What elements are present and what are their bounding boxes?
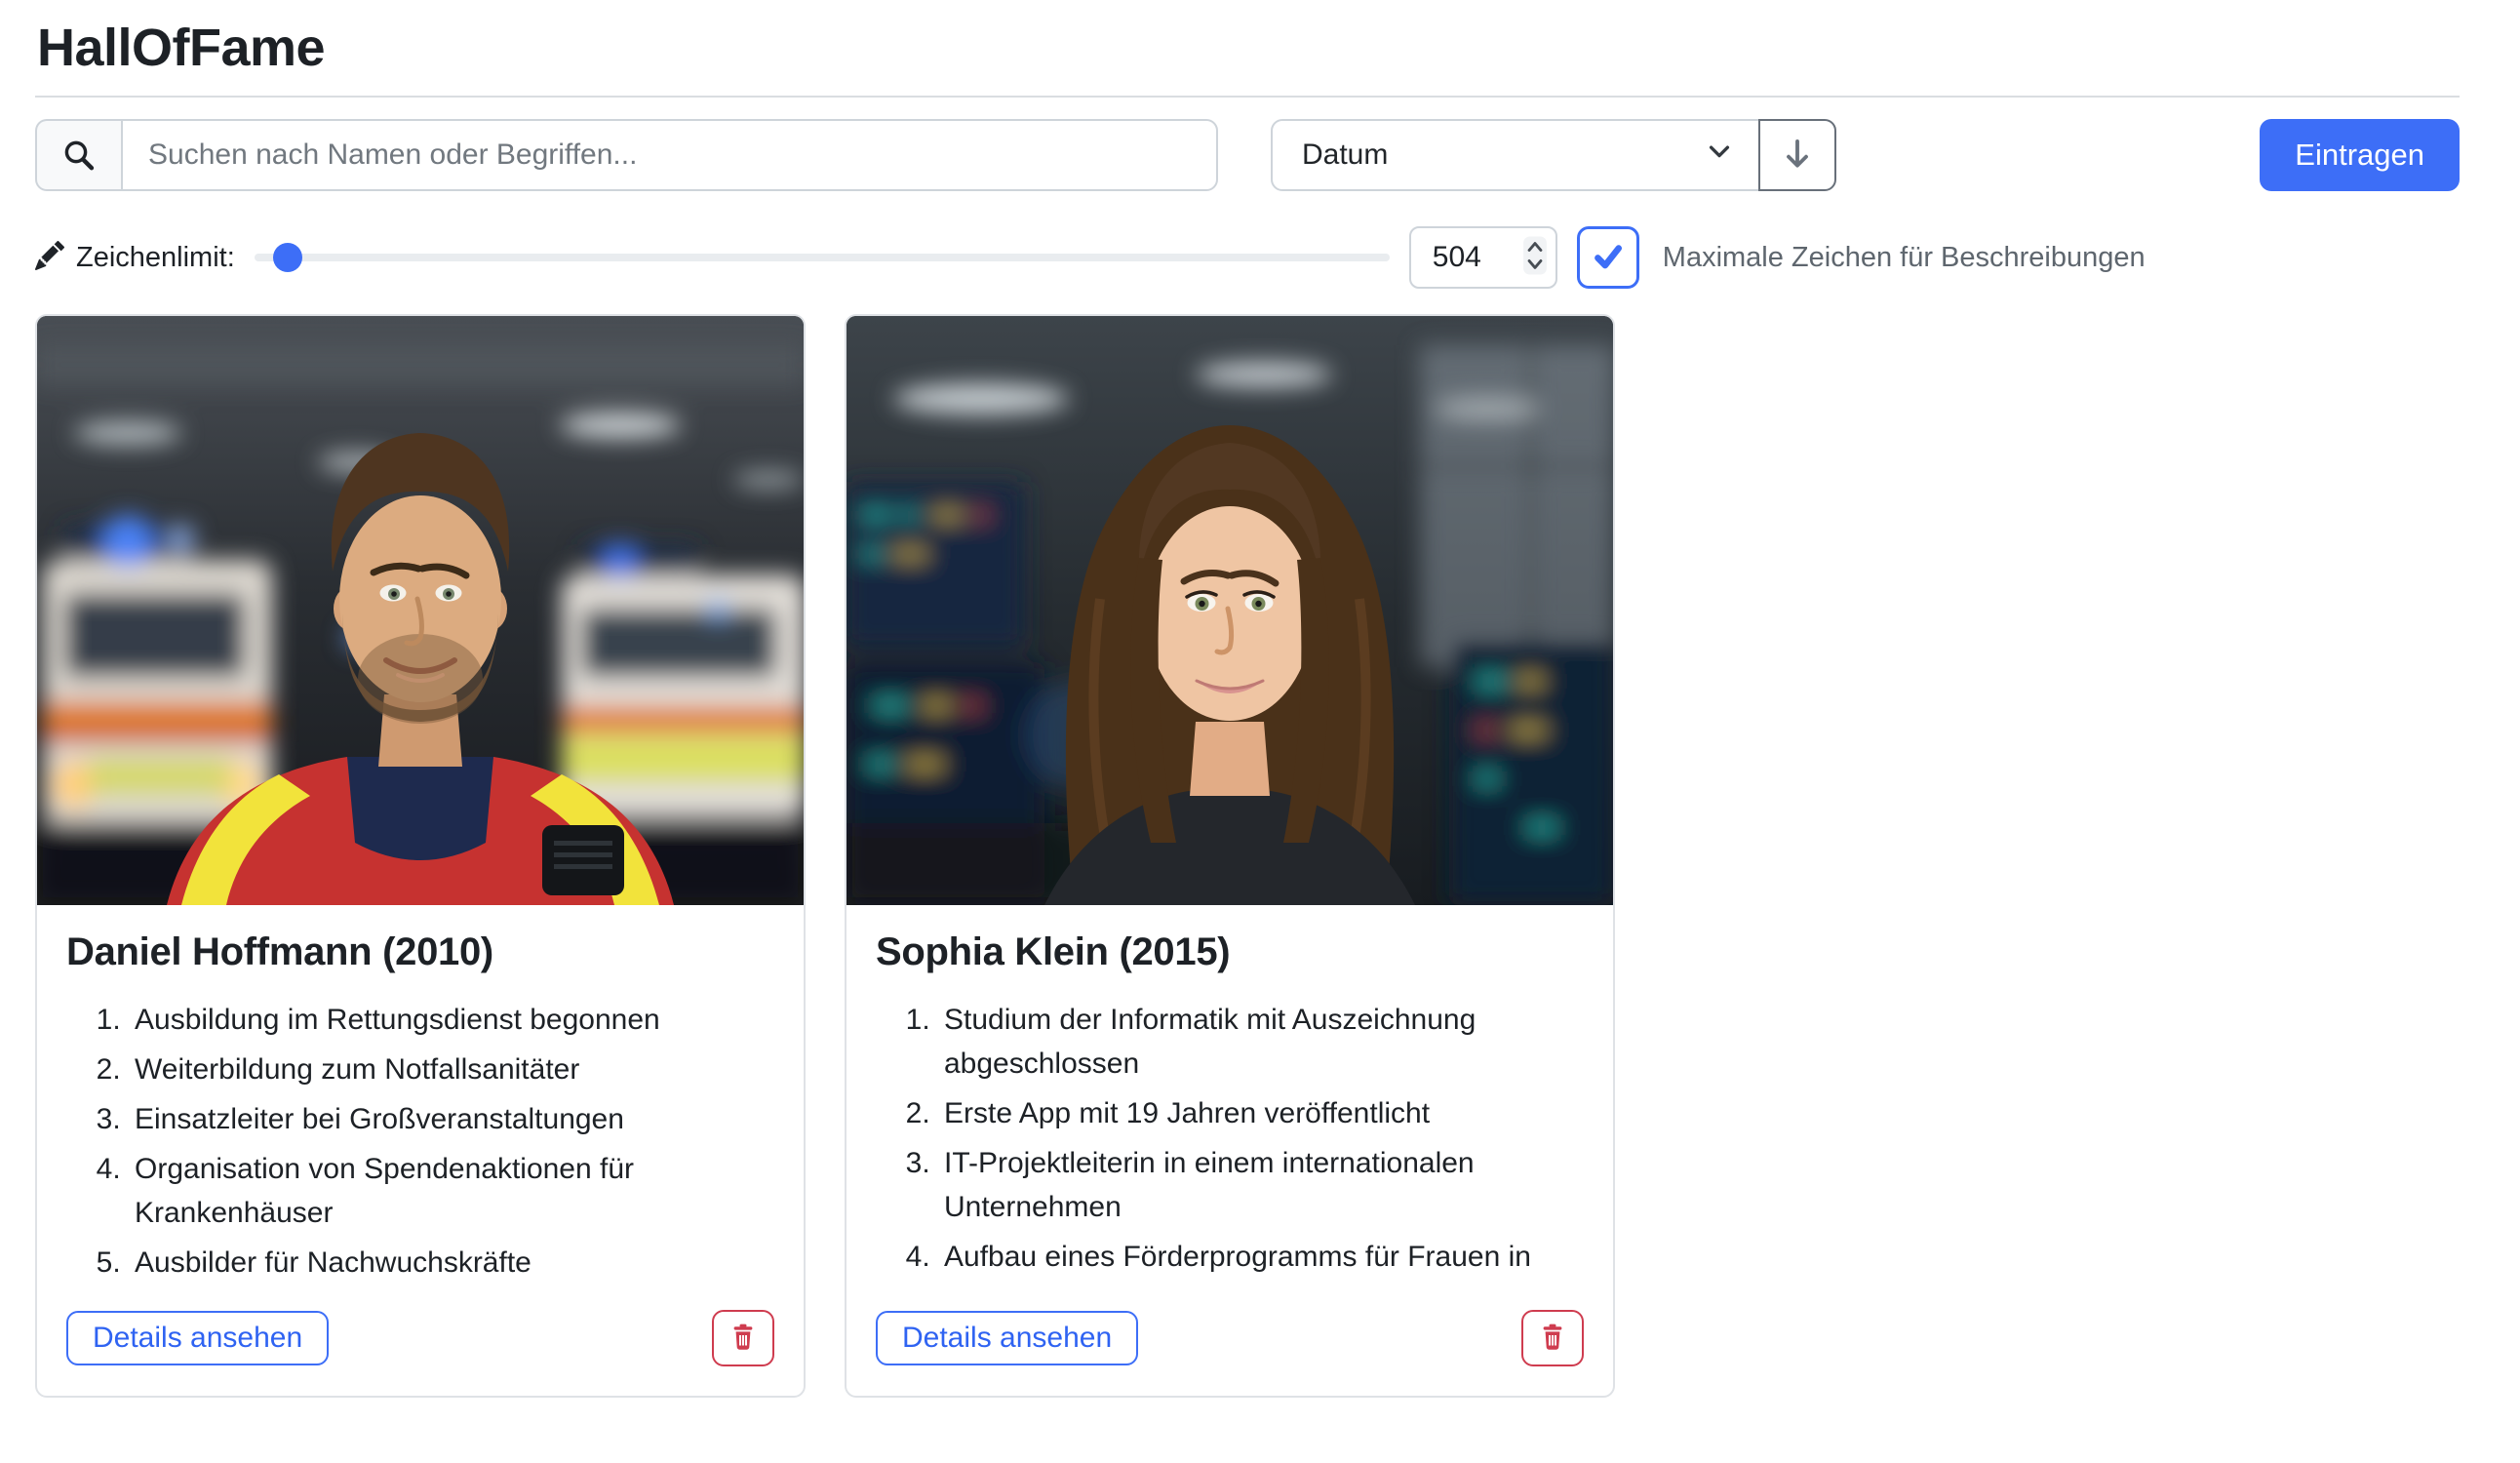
char-limit-input[interactable]: 504 (1409, 226, 1557, 289)
person-card: Daniel Hoffmann (2010) Ausbildung im Ret… (35, 314, 806, 1398)
achievement-item: Organisation von Spendenaktionen für Kra… (129, 1147, 774, 1235)
search-input[interactable] (121, 119, 1218, 191)
achievement-item: IT-Projektleiterin in einem internationa… (938, 1141, 1584, 1229)
search-icon (35, 119, 121, 191)
sort-direction-button[interactable] (1758, 119, 1836, 191)
trash-icon (729, 1323, 757, 1355)
card-title: Sophia Klein (2015) (876, 930, 1584, 974)
toolbar: Datum Eintragen (35, 119, 2460, 191)
details-button[interactable]: Details ansehen (876, 1311, 1138, 1365)
achievement-item: Ausbilder für Nachwuchskräfte (129, 1241, 774, 1285)
details-button[interactable]: Details ansehen (66, 1311, 329, 1365)
card-title: Daniel Hoffmann (2010) (66, 930, 774, 974)
achievement-item: Aufbau eines Förderprogramms für Frauen … (938, 1235, 1584, 1279)
card-actions: Details ansehen (66, 1290, 774, 1366)
portrait-photo-it-specialist (847, 316, 1613, 905)
char-limit-value: 504 (1433, 241, 1522, 274)
app-title: HallOfFame (37, 18, 2460, 78)
sort-controls: Datum (1271, 119, 1836, 191)
chevron-down-icon (1706, 138, 1733, 173)
checkmark-icon (1592, 240, 1625, 276)
search-group (35, 119, 1218, 191)
card-grid: Daniel Hoffmann (2010) Ausbildung im Ret… (35, 314, 2460, 1398)
char-limit-helper: Maximale Zeichen für Beschreibungen (1663, 242, 2146, 274)
achievement-item: Erste App mit 19 Jahren veröffentlicht (938, 1091, 1584, 1135)
sort-select[interactable]: Datum (1271, 119, 1760, 191)
char-limit-label: Zeichenlimit: (76, 242, 235, 274)
header-divider (35, 96, 2460, 98)
achievement-item: Einsatzleiter bei Großveranstaltungen (129, 1097, 774, 1141)
number-stepper-icon[interactable] (1522, 233, 1548, 283)
trash-icon (1539, 1323, 1566, 1355)
achievement-list: Ausbildung im Rettungsdienst begonnen We… (66, 998, 774, 1290)
page: HallOfFame Datum (0, 0, 2520, 1463)
delete-button[interactable] (712, 1310, 774, 1366)
person-card: Sophia Klein (2015) Studium der Informat… (845, 314, 1615, 1398)
sort-select-value: Datum (1302, 138, 1388, 172)
add-entry-button[interactable]: Eintragen (2260, 119, 2460, 191)
char-limit-row: Zeichenlimit: 504 Maximale Zeichen für B… (35, 226, 2460, 289)
achievement-item: Weiterbildung zum Notfallsanitäter (129, 1048, 774, 1091)
achievement-item: Studium der Informatik mit Auszeichnung … (938, 998, 1584, 1086)
arrow-down-icon (1780, 137, 1815, 175)
card-actions: Details ansehen (876, 1290, 1584, 1366)
pencil-icon (35, 241, 64, 275)
portrait-photo-paramedic (37, 316, 804, 905)
char-limit-slider[interactable] (255, 254, 1390, 261)
card-body: Daniel Hoffmann (2010) Ausbildung im Ret… (37, 905, 804, 1396)
delete-button[interactable] (1521, 1310, 1584, 1366)
achievement-list: Studium der Informatik mit Auszeichnung … (876, 998, 1584, 1285)
slider-thumb[interactable] (273, 243, 302, 272)
card-body: Sophia Klein (2015) Studium der Informat… (847, 905, 1613, 1396)
apply-limit-checkbox[interactable] (1577, 226, 1639, 289)
achievement-item: Ausbildung im Rettungsdienst begonnen (129, 998, 774, 1042)
